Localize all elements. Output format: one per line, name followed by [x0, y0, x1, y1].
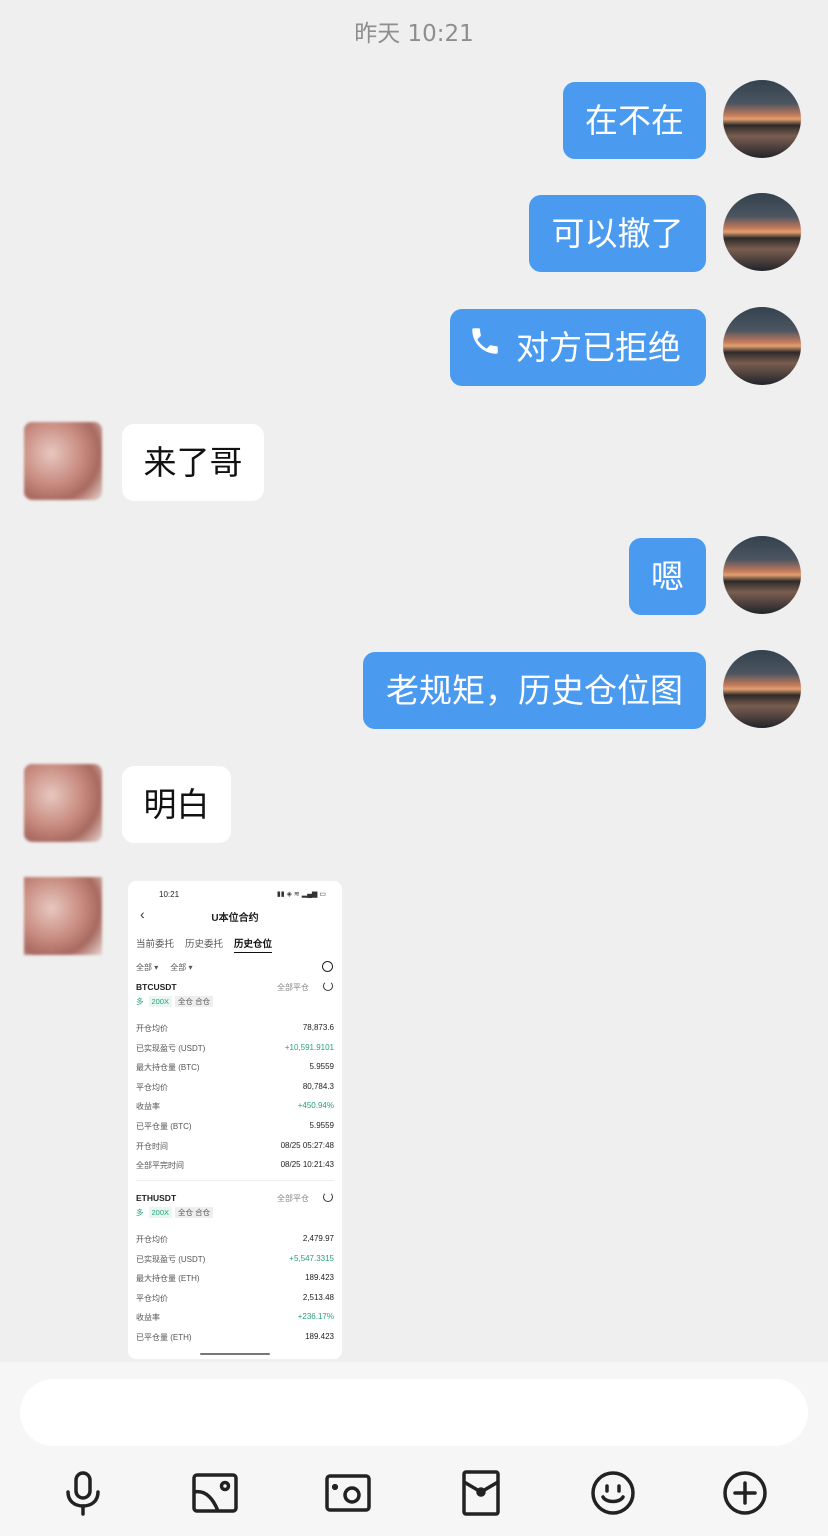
screen-title: U本位合约 — [211, 913, 259, 924]
call-status-text: 对方已拒绝 — [516, 328, 681, 367]
mic-icon[interactable] — [58, 1468, 108, 1518]
call-record-bubble[interactable]: 对方已拒绝 — [450, 309, 706, 386]
leverage-tag: 200X — [148, 996, 173, 1007]
detail-row: 最大持仓量 (BTC) 5.9559 — [136, 1062, 334, 1072]
red-packet-icon[interactable] — [456, 1468, 506, 1518]
share-icon — [323, 1192, 333, 1202]
phone-icon — [468, 308, 502, 385]
contact-avatar[interactable] — [24, 877, 102, 955]
status-icons: ▮▮ ◈ ≋ ▂▄▆ ▭ — [276, 891, 326, 898]
message-bubble[interactable]: 可以撤了 — [529, 195, 706, 272]
clock-icon — [322, 961, 333, 972]
my-avatar[interactable] — [723, 193, 801, 271]
detail-row: 已平仓量 (ETH) 189.423 — [136, 1332, 334, 1342]
position-tags: 多 200X 全仓 合仓 — [136, 1207, 214, 1218]
close-all-label: 全部平仓 — [277, 983, 309, 992]
my-avatar[interactable] — [723, 80, 801, 158]
share-icon — [323, 981, 333, 991]
margin-mode-tag: 全仓 合仓 — [175, 996, 214, 1007]
message-row-incoming: 来了哥 — [0, 422, 828, 502]
tab-position-history: 历史仓位 — [234, 939, 273, 953]
message-bubble[interactable]: 在不在 — [563, 82, 706, 159]
message-row-outgoing: 可以撤了 — [0, 193, 828, 273]
message-bubble[interactable]: 老规矩，历史仓位图 — [363, 652, 706, 729]
detail-row: 已实现盈亏 (USDT) +5,547.3315 — [136, 1254, 334, 1264]
detail-row: 已实现盈亏 (USDT) +10,591.9101 — [136, 1043, 334, 1053]
message-bubble[interactable]: 嗯 — [629, 538, 706, 615]
message-row-outgoing: 对方已拒绝 — [0, 307, 828, 387]
position-tags: 多 200X 全仓 合仓 — [136, 996, 214, 1007]
filter-dropdown: 全部 ▾ — [136, 963, 159, 972]
detail-row: 开仓均价 2,479.97 — [136, 1234, 334, 1244]
emoji-icon[interactable] — [588, 1468, 638, 1518]
chat-timestamp: 昨天 10:21 — [354, 21, 474, 47]
close-all-label: 全部平仓 — [277, 1194, 309, 1203]
position-symbol: BTCUSDT — [136, 982, 177, 992]
my-avatar[interactable] — [723, 307, 801, 385]
message-row-outgoing: 在不在 — [0, 80, 828, 160]
detail-row: 开仓时间 08/25 05:27:48 — [136, 1141, 334, 1151]
message-row-outgoing: 嗯 — [0, 536, 828, 616]
tab-order-history: 历史委托 — [185, 939, 224, 950]
image-message-screenshot[interactable]: 10:21 ▮▮ ◈ ≋ ▂▄▆ ▭ ‹ U本位合约 当前委托 历史委托 历史仓位 … — [128, 881, 342, 1359]
long-tag: 多 — [136, 997, 144, 1006]
detail-row: 平仓均价 80,784.3 — [136, 1082, 334, 1092]
tab-current-orders: 当前委托 — [136, 939, 175, 950]
detail-row: 收益率 +450.94% — [136, 1101, 334, 1111]
detail-row: 全部平完时间 08/25 10:21:43 — [136, 1160, 334, 1170]
input-toolbar — [0, 1362, 828, 1536]
status-time: 10:21 — [159, 890, 180, 899]
tab-bar: 当前委托 历史委托 历史仓位 — [136, 936, 283, 953]
long-tag: 多 — [136, 1208, 144, 1217]
filter-dropdown: 全部 ▾ — [170, 963, 193, 972]
my-avatar[interactable] — [723, 536, 801, 614]
leverage-tag: 200X — [148, 1207, 173, 1218]
margin-mode-tag: 全仓 合仓 — [175, 1207, 214, 1218]
image-icon[interactable] — [190, 1468, 240, 1518]
plus-icon[interactable] — [720, 1468, 770, 1518]
message-row-incoming: 明白 — [0, 764, 828, 844]
detail-row: 收益率 +236.17% — [136, 1312, 334, 1322]
my-avatar[interactable] — [723, 650, 801, 728]
divider — [136, 1180, 334, 1181]
camera-icon[interactable] — [323, 1468, 373, 1518]
home-indicator — [200, 1353, 270, 1355]
message-input[interactable] — [20, 1379, 808, 1446]
message-bubble[interactable]: 来了哥 — [122, 424, 264, 501]
detail-row: 平仓均价 2,513.48 — [136, 1293, 334, 1303]
detail-row: 最大持仓量 (ETH) 189.423 — [136, 1273, 334, 1283]
message-bubble[interactable]: 明白 — [122, 766, 231, 843]
detail-row: 开仓均价 78,873.6 — [136, 1023, 334, 1033]
contact-avatar[interactable] — [24, 422, 102, 500]
filter-bar: 全部 ▾ 全部 ▾ — [136, 962, 205, 973]
message-row-outgoing: 老规矩，历史仓位图 — [0, 650, 828, 730]
position-symbol: ETHUSDT — [136, 1193, 177, 1203]
detail-row: 已平仓量 (BTC) 5.9559 — [136, 1121, 334, 1131]
contact-avatar[interactable] — [24, 764, 102, 842]
